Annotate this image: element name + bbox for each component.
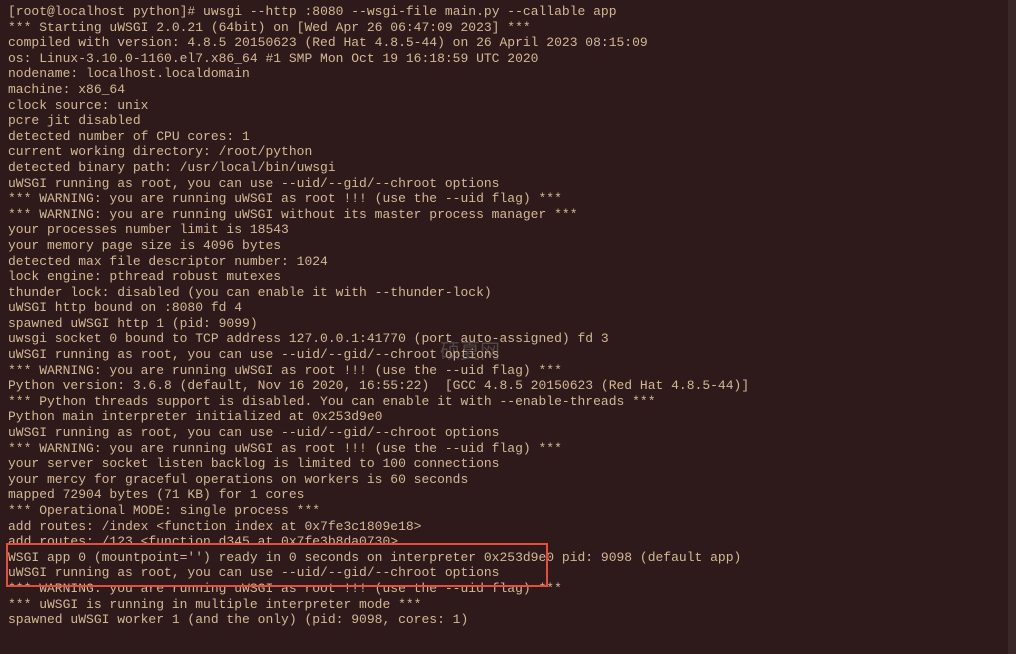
output-line: os: Linux-3.10.0-1160.el7.x86_64 #1 SMP … — [8, 51, 1008, 67]
command-line: [root@localhost python]# uwsgi --http :8… — [8, 4, 1008, 20]
output-line: *** Starting uWSGI 2.0.21 (64bit) on [We… — [8, 20, 1008, 36]
output-line: *** Operational MODE: single process *** — [8, 503, 1008, 519]
output-line: your server socket listen backlog is lim… — [8, 456, 1008, 472]
output-line: pcre jit disabled — [8, 113, 1008, 129]
output-line: *** WARNING: you are running uWSGI as ro… — [8, 581, 1008, 597]
output-line: your mercy for graceful operations on wo… — [8, 472, 1008, 488]
output-line: *** WARNING: you are running uWSGI as ro… — [8, 191, 1008, 207]
output-line: clock source: unix — [8, 98, 1008, 114]
output-line: add routes: /index <function index at 0x… — [8, 519, 1008, 535]
output-line: *** uWSGI is running in multiple interpr… — [8, 597, 1008, 613]
output-line: spawned uWSGI worker 1 (and the only) (p… — [8, 612, 1008, 628]
output-line: uWSGI http bound on :8080 fd 4 — [8, 300, 1008, 316]
output-line: Python main interpreter initialized at 0… — [8, 409, 1008, 425]
output-line: *** WARNING: you are running uWSGI as ro… — [8, 363, 1008, 379]
output-line: uwsgi socket 0 bound to TCP address 127.… — [8, 331, 1008, 347]
output-line: uWSGI running as root, you can use --uid… — [8, 565, 1008, 581]
output-line: machine: x86_64 — [8, 82, 1008, 98]
output-line: detected binary path: /usr/local/bin/uws… — [8, 160, 1008, 176]
command-text: uwsgi --http :8080 --wsgi-file main.py -… — [203, 4, 616, 19]
output-line: WSGI app 0 (mountpoint='') ready in 0 se… — [8, 550, 1008, 566]
output-line: uWSGI running as root, you can use --uid… — [8, 425, 1008, 441]
output-line: uWSGI running as root, you can use --uid… — [8, 176, 1008, 192]
scrollbar[interactable] — [1008, 0, 1016, 654]
output-line: your memory page size is 4096 bytes — [8, 238, 1008, 254]
output-line: uWSGI running as root, you can use --uid… — [8, 347, 1008, 363]
shell-prompt: [root@localhost python]# — [8, 4, 203, 19]
output-line: detected number of CPU cores: 1 — [8, 129, 1008, 145]
terminal-output[interactable]: [root@localhost python]# uwsgi --http :8… — [8, 4, 1008, 628]
output-line: Python version: 3.6.8 (default, Nov 16 2… — [8, 378, 1008, 394]
output-line: thunder lock: disabled (you can enable i… — [8, 285, 1008, 301]
output-line: lock engine: pthread robust mutexes — [8, 269, 1008, 285]
output-line: current working directory: /root/python — [8, 144, 1008, 160]
output-line: detected max file descriptor number: 102… — [8, 254, 1008, 270]
output-line: mapped 72904 bytes (71 KB) for 1 cores — [8, 487, 1008, 503]
output-line: spawned uWSGI http 1 (pid: 9099) — [8, 316, 1008, 332]
output-line: your processes number limit is 18543 — [8, 222, 1008, 238]
output-line: compiled with version: 4.8.5 20150623 (R… — [8, 35, 1008, 51]
output-line: *** WARNING: you are running uWSGI as ro… — [8, 441, 1008, 457]
output-line: *** WARNING: you are running uWSGI witho… — [8, 207, 1008, 223]
output-line: add routes: /123 <function d345 at 0x7fe… — [8, 534, 1008, 550]
output-line: nodename: localhost.localdomain — [8, 66, 1008, 82]
output-line: *** Python threads support is disabled. … — [8, 394, 1008, 410]
